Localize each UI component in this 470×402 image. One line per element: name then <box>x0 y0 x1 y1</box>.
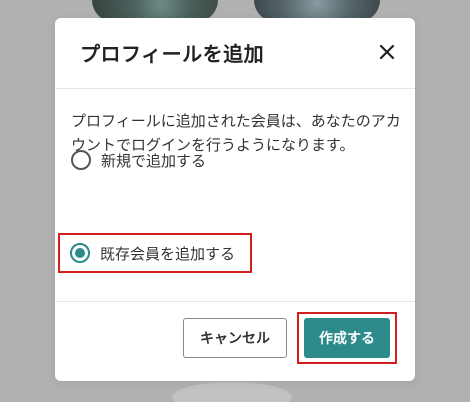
background-shape <box>172 382 292 402</box>
radio-selected-dot <box>75 248 85 258</box>
close-icon <box>379 44 395 60</box>
radio-option-new[interactable]: 新規で追加する <box>61 143 261 177</box>
dialog-footer: キャンセル 作成する <box>55 302 415 381</box>
create-button-highlight: 作成する <box>297 312 397 364</box>
add-profile-dialog: プロフィールを追加 プロフィールに追加された会員は、あなたのアカウントでログイン… <box>55 18 415 381</box>
dialog-title: プロフィールを追加 <box>80 42 265 66</box>
radio-label-new: 新規で追加する <box>101 151 207 170</box>
radio-option-existing[interactable]: 既存会員を追加する <box>58 233 252 273</box>
radio-button-new[interactable] <box>71 150 91 170</box>
radio-button-existing[interactable] <box>70 243 90 263</box>
dialog-header: プロフィールを追加 <box>55 18 415 89</box>
radio-label-existing: 既存会員を追加する <box>100 244 236 263</box>
cancel-button[interactable]: キャンセル <box>183 318 287 358</box>
close-button[interactable] <box>375 40 399 64</box>
create-button[interactable]: 作成する <box>304 318 390 358</box>
